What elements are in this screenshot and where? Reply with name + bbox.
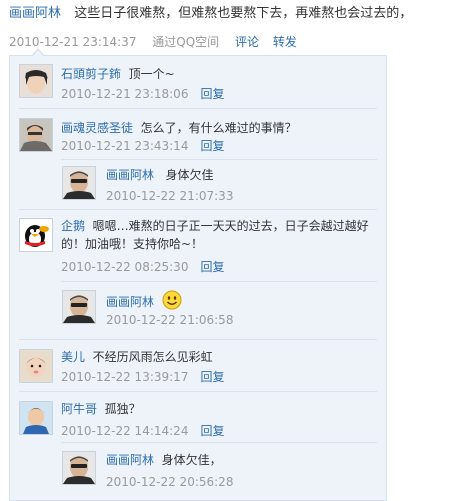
avatar[interactable] xyxy=(19,118,53,152)
comment-author-link[interactable]: 画画阿林 xyxy=(106,295,154,309)
comment-body: 画魂灵感圣徒 怎么了，有什么难过的事情？ xyxy=(61,119,297,137)
comment-body: 阿牛哥 孤独？ xyxy=(61,400,141,418)
comment-timestamp: 2010-12-22 20:56:28 xyxy=(106,475,234,489)
comment-body: 美儿 不经历风雨怎么见彩虹 xyxy=(61,348,213,366)
avatar[interactable] xyxy=(62,451,96,485)
comment-body: 企鹅 嗯嗯…难熬的日子正一天天的过去，日子会越过越好 的！加油哦！支持你哈~！ xyxy=(61,217,371,253)
comment-meta: 2010-12-22 08:25:30 回复 xyxy=(61,259,224,275)
comment-item: 画画阿林 身体欠佳， 2010-12-22 20:56:28 xyxy=(10,444,386,500)
comment-timestamp: 2010-12-22 14:14:24 xyxy=(61,424,189,438)
comment-timestamp: 2010-12-21 23:18:06 xyxy=(61,87,189,101)
comment-timestamp: 2010-12-22 21:07:33 xyxy=(106,189,234,203)
divider xyxy=(19,339,377,340)
post-source: 通过QQ空间 xyxy=(152,35,220,49)
comment-text: 身体欠佳， xyxy=(161,453,222,467)
avatar[interactable] xyxy=(19,401,53,435)
reply-link[interactable]: 回复 xyxy=(200,139,224,153)
divider xyxy=(61,442,377,443)
comment-author-link[interactable]: 画画阿林 xyxy=(106,453,154,467)
comment-meta: 2010-12-22 14:14:24 回复 xyxy=(61,423,224,439)
comment-item: 画魂灵感圣徒 怎么了，有什么难过的事情？ 2010-12-21 23:43:14… xyxy=(10,111,386,159)
comment-link[interactable]: 评论 xyxy=(235,35,259,49)
comment-timestamp: 2010-12-22 21:06:58 xyxy=(106,313,234,327)
post-timestamp: 2010-12-21 23:14:37 xyxy=(9,35,137,49)
avatar[interactable] xyxy=(19,349,53,383)
comment-author-link[interactable]: 企鹅 xyxy=(61,219,85,233)
comment-text: 孤独？ xyxy=(104,402,141,416)
post: 画画阿林 这些日子很难熬，但难熬也要熬下去，再难熬也会过去的， 2010-12-… xyxy=(9,5,449,50)
comment-item: 阿牛哥 孤独？ 2010-12-22 14:14:24 回复 xyxy=(10,393,386,441)
post-text: 这些日子很难熬，但难熬也要熬下去，再难熬也会过去的， xyxy=(74,6,413,21)
comment-timestamp: 2010-12-22 08:25:30 xyxy=(61,260,189,274)
comment-item: 石頭剪子鈽 顶一个~ 2010-12-21 23:18:06 回复 xyxy=(10,56,386,111)
comment-author-link[interactable]: 石頭剪子鈽 xyxy=(61,67,121,81)
comment-timestamp: 2010-12-22 13:39:17 xyxy=(61,370,189,384)
comment-item: 美儿 不经历风雨怎么见彩虹 2010-12-22 13:39:17 回复 xyxy=(10,341,386,389)
comment-item: 画画阿林 身体欠佳 2010-12-22 21:07:33 xyxy=(10,160,386,208)
comment-text: 顶一个~ xyxy=(128,67,175,81)
comment-author-link[interactable]: 阿牛哥 xyxy=(61,402,97,416)
forward-link[interactable]: 转发 xyxy=(273,35,297,49)
reply-link[interactable]: 回复 xyxy=(200,424,224,438)
comment-item: 画画阿林 2010-12-22 21:06:58 xyxy=(10,282,386,334)
divider xyxy=(19,209,377,210)
avatar[interactable] xyxy=(62,290,96,324)
comment-text-cont: 的！加油哦！支持你哈~！ xyxy=(61,237,204,251)
reply-link[interactable]: 回复 xyxy=(200,260,224,274)
post-meta: 2010-12-21 23:14:37 通过QQ空间 评论 转发 xyxy=(9,34,449,50)
comment-body: 画画阿林 身体欠佳， xyxy=(106,451,222,469)
comment-author-link[interactable]: 美儿 xyxy=(61,350,85,364)
comment-text: 怎么了，有什么难过的事情？ xyxy=(140,121,297,135)
reply-link[interactable]: 回复 xyxy=(200,370,224,384)
comments-panel: 石頭剪子鈽 顶一个~ 2010-12-21 23:18:06 回复 画魂灵感圣徒 … xyxy=(9,55,387,501)
divider xyxy=(19,391,377,392)
comment-author-link[interactable]: 画魂灵感圣徒 xyxy=(61,121,133,135)
comment-meta: 2010-12-22 13:39:17 回复 xyxy=(61,369,224,385)
avatar[interactable] xyxy=(19,218,53,252)
comment-item: 企鹅 嗯嗯…难熬的日子正一天天的过去，日子会越过越好 的！加油哦！支持你哈~！ … xyxy=(10,211,386,281)
comment-body: 石頭剪子鈽 顶一个~ xyxy=(61,65,175,83)
reply-link[interactable]: 回复 xyxy=(200,87,224,101)
comment-meta: 2010-12-21 23:18:06 回复 xyxy=(61,86,224,102)
comment-author-link[interactable]: 画画阿林 xyxy=(106,168,154,182)
avatar[interactable] xyxy=(19,64,53,98)
comment-text: 身体欠佳 xyxy=(165,168,214,182)
comment-text: 不经历风雨怎么见彩虹 xyxy=(92,350,213,364)
comment-timestamp: 2010-12-21 23:43:14 xyxy=(61,139,189,153)
post-author-link[interactable]: 画画阿林 xyxy=(9,6,61,21)
avatar[interactable] xyxy=(62,166,96,200)
comments-caret-inner xyxy=(33,50,43,56)
comment-meta: 2010-12-21 23:43:14 回复 xyxy=(61,138,224,154)
divider xyxy=(19,108,377,109)
comment-meta: 2010-12-22 20:56:28 xyxy=(106,474,233,490)
comment-body: 画画阿林 身体欠佳 xyxy=(106,166,213,184)
comment-meta: 2010-12-22 21:06:58 xyxy=(106,312,233,328)
comment-text: 嗯嗯…难熬的日子正一天天的过去，日子会越过越好 xyxy=(92,219,369,233)
post-body: 画画阿林 这些日子很难熬，但难熬也要熬下去，再难熬也会过去的， xyxy=(9,5,449,23)
comment-meta: 2010-12-22 21:07:33 xyxy=(106,188,233,204)
